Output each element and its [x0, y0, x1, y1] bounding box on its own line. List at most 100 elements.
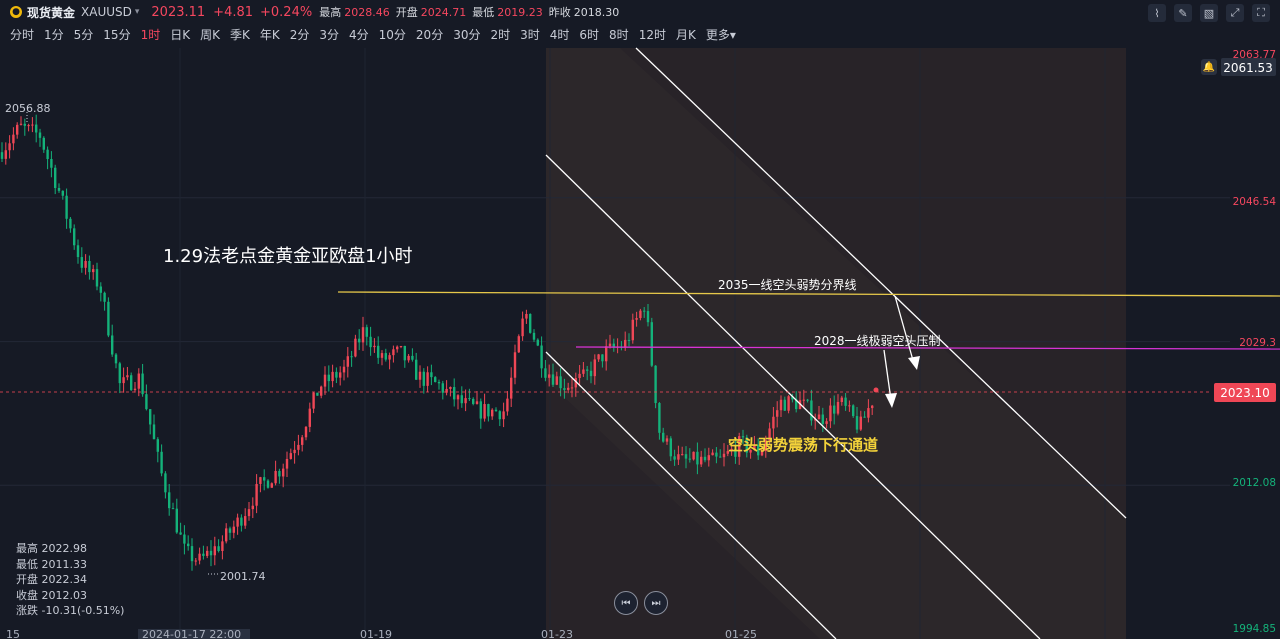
candle-body — [373, 345, 376, 348]
ohlc-change: 涨跌 -10.31(-0.51%) — [16, 604, 125, 617]
candle-body — [460, 395, 463, 404]
candle-body — [236, 517, 239, 527]
candle-body — [350, 356, 353, 358]
candle-body — [118, 363, 121, 384]
candle-body — [38, 132, 42, 138]
candle-body — [593, 359, 596, 377]
candle-body — [483, 404, 486, 419]
current-price-badge-text: 2023.10 — [1220, 386, 1270, 400]
candle-body — [643, 310, 646, 312]
candle-body — [582, 369, 585, 374]
candle-body — [491, 409, 494, 417]
candle-body — [855, 416, 859, 430]
candle-body — [122, 377, 125, 384]
candle-body — [821, 414, 824, 424]
candle-body — [468, 398, 471, 400]
candlestick-chart[interactable]: 1.29法老点金黄金亚欧盘1小时 2035一线空头弱势分界线 2028一线极弱空头压… — [0, 0, 1280, 639]
candle-body — [852, 405, 855, 417]
candle-body — [228, 528, 232, 533]
candle-body — [669, 438, 672, 457]
candle-body — [578, 373, 581, 379]
candle-body — [415, 359, 418, 380]
candle-body — [635, 318, 638, 320]
candle-body — [677, 454, 680, 460]
candle-body — [213, 546, 216, 556]
candle-body — [570, 387, 574, 389]
candle-body — [126, 375, 129, 378]
candle-body — [601, 354, 604, 362]
candle-body — [472, 398, 475, 404]
candle-body — [806, 399, 809, 401]
candle-body — [342, 366, 346, 373]
candle-body — [217, 546, 220, 552]
candle-body — [141, 373, 144, 395]
candle-body — [627, 339, 631, 341]
candle-body — [194, 560, 197, 562]
candle-body — [323, 374, 327, 387]
ohlc-panel: 最高 2022.98 最低 2011.33 开盘 2022.34 收盘 2012… — [16, 541, 124, 619]
candle-body — [84, 261, 87, 268]
candle-body — [346, 356, 349, 367]
candle-body — [867, 408, 870, 418]
candle-body — [540, 345, 543, 369]
candle-body — [639, 310, 642, 319]
candle-body — [772, 416, 775, 429]
scroll-prev-button[interactable]: ⏮ — [614, 591, 638, 615]
candle-body — [274, 470, 277, 484]
candle-body — [266, 480, 270, 488]
candle-body — [327, 374, 330, 382]
scroll-next-button[interactable]: ⏭ — [644, 591, 668, 615]
candle-body — [69, 218, 72, 229]
candle-body — [703, 456, 707, 461]
candle-body — [4, 150, 7, 159]
candle-body — [586, 369, 589, 371]
candle-body — [559, 376, 562, 389]
candle-body — [548, 374, 551, 378]
time-axis-label: 15 — [6, 628, 20, 639]
candle-body — [244, 516, 247, 526]
candle-body — [57, 187, 61, 191]
candle-body — [399, 345, 403, 347]
candle-body — [95, 269, 99, 287]
candle-body — [848, 405, 851, 407]
candle-body — [871, 405, 874, 409]
candle-body — [358, 338, 361, 343]
ohlc-low: 最低 2011.33 — [16, 557, 87, 571]
candle-body — [88, 261, 91, 273]
candle-body — [783, 399, 786, 411]
candle-body — [206, 550, 209, 556]
price-alert-bell-icon[interactable]: 🔔 — [1201, 59, 1217, 75]
candle-body — [240, 517, 243, 526]
candle-body — [12, 134, 15, 144]
candle-body — [331, 371, 334, 382]
candle-body — [164, 473, 167, 493]
candle-body — [247, 509, 251, 517]
candle-body — [65, 195, 68, 219]
candle-body — [631, 319, 634, 341]
candle-body — [396, 346, 399, 350]
candle-body — [711, 452, 714, 456]
candle-body — [130, 375, 133, 391]
candle-body — [430, 372, 433, 378]
candle-body — [365, 327, 368, 337]
candle-body — [707, 455, 710, 461]
candle-body — [23, 123, 26, 126]
candle-body — [209, 550, 213, 556]
candle-body — [426, 372, 429, 386]
candle-body — [76, 245, 80, 258]
candle-body — [502, 411, 505, 420]
candle-body — [160, 451, 163, 474]
candle-body — [145, 394, 148, 410]
candle-body — [263, 477, 266, 481]
candle-body — [658, 403, 661, 433]
candle-body — [320, 386, 323, 396]
candle-body — [0, 152, 4, 159]
candle-body — [339, 372, 342, 378]
candle-body — [555, 376, 558, 385]
candle-body — [722, 453, 726, 458]
candle-body — [551, 374, 555, 385]
candle-body — [312, 392, 315, 409]
candle-body — [35, 124, 38, 133]
candle-body — [221, 541, 224, 552]
candle-body — [335, 371, 338, 378]
